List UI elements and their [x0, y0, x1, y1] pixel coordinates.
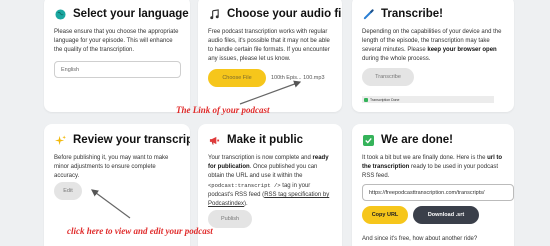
transcribe-card-header: Transcribe! — [362, 8, 443, 20]
language-card-title: Select your language — [73, 8, 189, 20]
transcript-url-field[interactable]: https://freepodcasttranscription.com/tra… — [362, 184, 514, 201]
check-icon — [364, 97, 368, 102]
audio-card-description: Free podcast transcription works with re… — [208, 29, 330, 62]
audio-card-title: Choose your audio file — [227, 8, 342, 20]
publish-card: Make it public Your transcription is now… — [198, 124, 342, 246]
language-card: Select your language Please ensure that … — [44, 0, 190, 112]
review-card-title: Review your transcription — [73, 134, 190, 146]
done-card-header: We are done! — [362, 134, 453, 146]
transcription-status: Transcription Done — [362, 96, 494, 103]
transcribe-card-description: Depending on the capabilities of your de… — [362, 29, 502, 62]
publish-card-title: Make it public — [227, 134, 304, 146]
publish-card-header: Make it public — [208, 134, 303, 146]
copy-url-button[interactable]: Copy URL — [362, 206, 408, 224]
megaphone-icon — [208, 134, 220, 146]
edit-button[interactable]: Edit — [54, 182, 82, 200]
language-input[interactable]: English — [54, 61, 181, 78]
transcribe-card-title: Transcribe! — [381, 8, 443, 20]
done-card-footer: And since it's free, how about another r… — [362, 236, 478, 242]
checkmark-icon — [362, 134, 374, 146]
transcribe-button[interactable]: Transcribe — [362, 68, 414, 86]
sparkles-icon — [54, 134, 66, 146]
steps-grid: Select your language Please ensure that … — [44, 0, 514, 246]
annotation-edit-note: click here to view and edit your podcast — [67, 226, 213, 236]
pen-icon — [362, 8, 374, 20]
done-card-title: We are done! — [381, 134, 453, 146]
review-card-header: Review your transcription — [54, 134, 190, 146]
choose-file-button[interactable]: Choose File — [208, 69, 266, 87]
globe-icon — [54, 8, 66, 20]
selected-file-name: 100th Epis... 100.mp3 — [271, 75, 325, 81]
audio-card-header: Choose your audio file — [208, 8, 342, 20]
review-card-description: Before publishing it, you may want to ma… — [54, 155, 169, 179]
transcribe-card: Transcribe! Depending on the capabilitie… — [352, 0, 514, 112]
language-card-header: Select your language — [54, 8, 189, 20]
publish-card-description: Your transcription is now complete and r… — [208, 155, 330, 207]
transcription-status-text: Transcription Done — [370, 97, 400, 102]
audio-card: Choose your audio file Free podcast tran… — [198, 0, 342, 112]
publish-button[interactable]: Publish — [208, 210, 252, 228]
done-card-description: It took a bit but we are finally done. H… — [362, 155, 503, 179]
language-card-description: Please ensure that you choose the approp… — [54, 29, 179, 53]
music-note-icon — [208, 8, 220, 20]
download-srt-button[interactable]: Download .srt — [413, 206, 479, 224]
annotation-link-note: The Link of your podcast — [176, 105, 270, 115]
